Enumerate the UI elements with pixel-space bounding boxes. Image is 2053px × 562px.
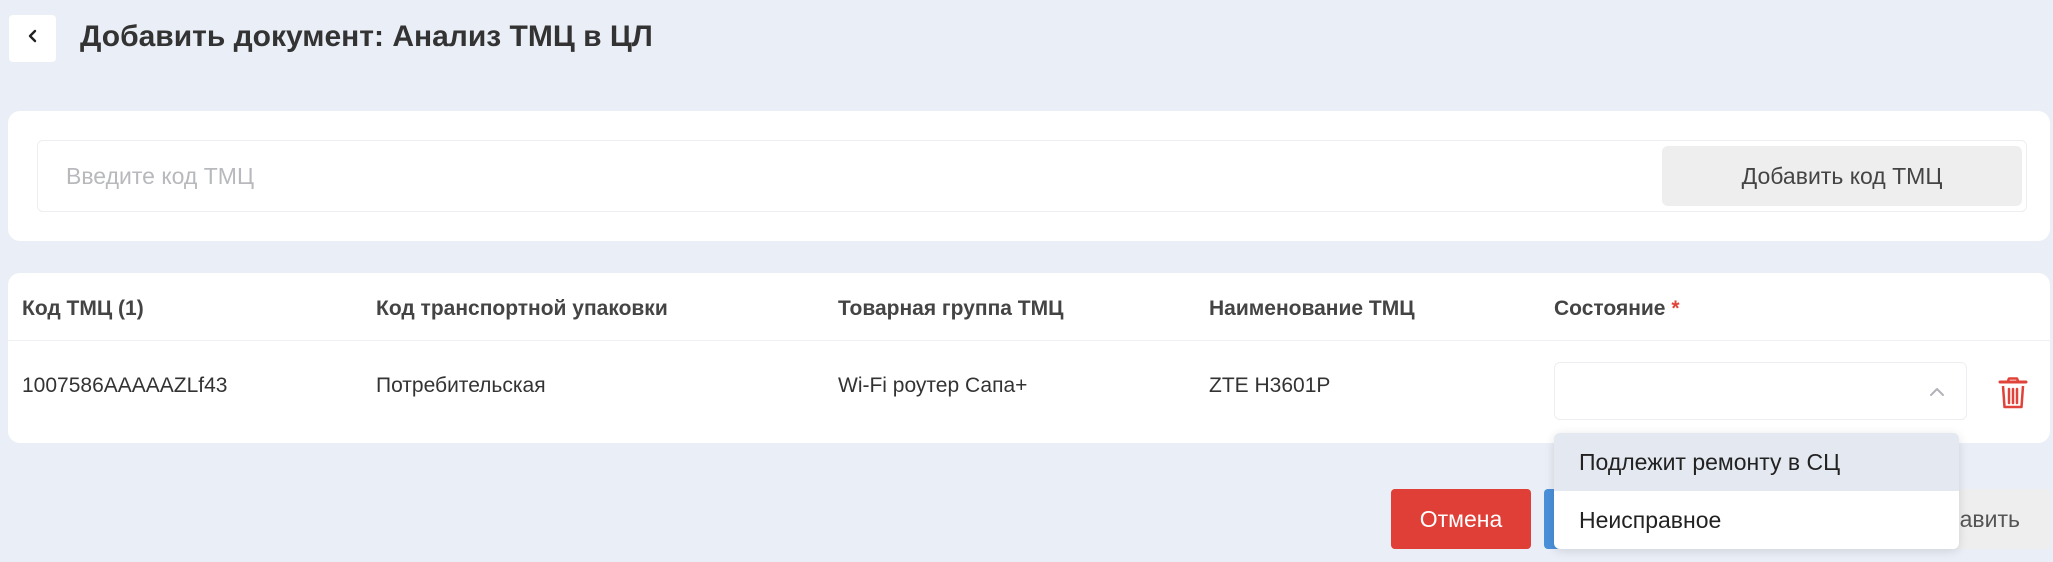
search-field-wrapper: Добавить код ТМЦ bbox=[37, 140, 2027, 212]
page-title: Добавить документ: Анализ ТМЦ в ЦЛ bbox=[80, 20, 653, 53]
state-select[interactable] bbox=[1554, 362, 1967, 420]
items-table: Код ТМЦ (1) Код транспортной упаковки То… bbox=[8, 273, 2050, 443]
cell-code: 1007586AAAAAZLf43 bbox=[22, 374, 228, 397]
column-header-packaging: Код транспортной упаковки bbox=[376, 297, 668, 320]
tmc-code-input[interactable] bbox=[38, 141, 1658, 211]
trash-icon[interactable] bbox=[1998, 377, 2028, 409]
dropdown-option-repair[interactable]: Подлежит ремонту в СЦ bbox=[1554, 433, 1959, 491]
table-row: 1007586AAAAAZLf43 Потребительская Wi-Fi … bbox=[8, 341, 2050, 443]
cell-name: ZTE H3601P bbox=[1209, 374, 1331, 397]
column-header-code: Код ТМЦ (1) bbox=[22, 297, 144, 320]
back-button[interactable] bbox=[9, 15, 56, 62]
search-card: Добавить код ТМЦ bbox=[8, 111, 2050, 241]
required-mark: * bbox=[1671, 297, 1680, 320]
add-tmc-code-button[interactable]: Добавить код ТМЦ bbox=[1662, 146, 2022, 206]
cell-group: Wi-Fi роутер Сапа+ bbox=[838, 374, 1028, 397]
dropdown-option-faulty[interactable]: Неисправное bbox=[1554, 491, 1959, 549]
chevron-up-icon bbox=[1928, 383, 1946, 401]
column-header-state-label: Состояние bbox=[1554, 297, 1666, 320]
column-header-state: Состояние * bbox=[1554, 297, 1680, 321]
chevron-left-icon bbox=[26, 29, 40, 48]
column-header-name: Наименование ТМЦ bbox=[1209, 297, 1415, 320]
cell-packaging: Потребительская bbox=[376, 374, 546, 397]
table-header: Код ТМЦ (1) Код транспортной упаковки То… bbox=[8, 273, 2050, 341]
state-dropdown-menu: Подлежит ремонту в СЦ Неисправное bbox=[1554, 433, 1959, 549]
cancel-button[interactable]: Отмена bbox=[1391, 489, 1531, 549]
column-header-group: Товарная группа ТМЦ bbox=[838, 297, 1064, 320]
